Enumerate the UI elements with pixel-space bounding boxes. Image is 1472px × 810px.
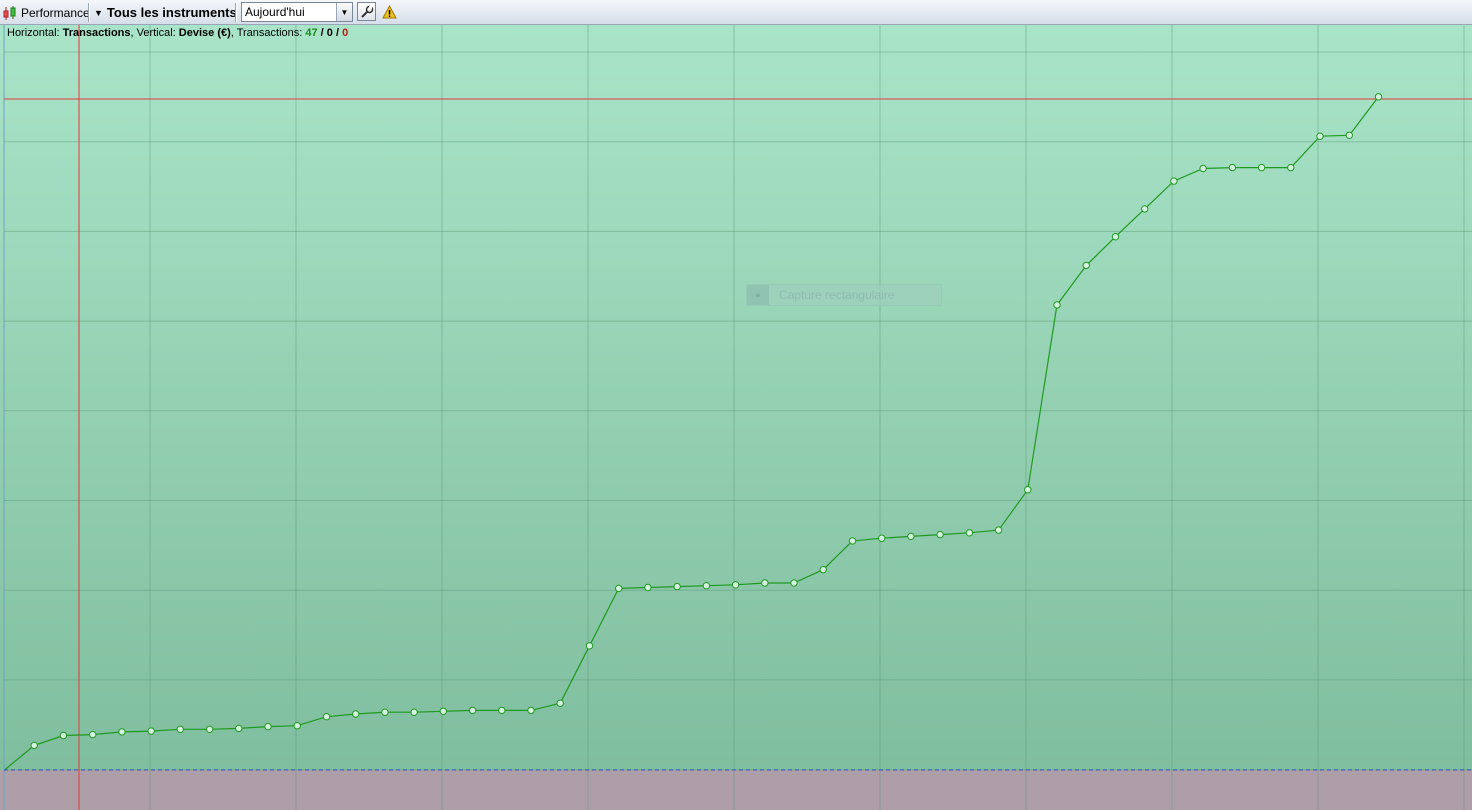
data-point (936, 530, 944, 539)
instruments-dropdown[interactable]: ▼ Tous les instruments (94, 0, 237, 25)
capture-icon: ● (747, 285, 769, 305)
chevron-down-icon[interactable]: ▼ (336, 3, 352, 21)
data-point (848, 537, 857, 545)
performance-label: Performance (21, 5, 90, 20)
data-point (1199, 164, 1207, 173)
data-point (907, 532, 915, 541)
data-point (1287, 163, 1295, 172)
data-point (89, 730, 97, 739)
transactions-label: , Transactions: (230, 27, 306, 39)
data-point (30, 741, 38, 750)
data-point (585, 642, 594, 650)
data-point (1141, 205, 1149, 213)
vertical-value: Devise (€) (178, 27, 231, 39)
data-point (59, 731, 68, 740)
capture-overlay[interactable]: ● Capture rectangulaire (746, 284, 942, 306)
data-point (1316, 132, 1324, 140)
data-point (264, 722, 272, 731)
data-point (878, 534, 886, 542)
toolbar: Performance ▼ Tous les instruments Aujou… (0, 0, 1472, 25)
data-point (731, 581, 740, 589)
data-point (410, 708, 418, 716)
below-zero-area (0, 770, 1472, 810)
data-point (1053, 301, 1061, 309)
horizontal-value: Transactions (62, 27, 131, 39)
vertical-label: , Vertical: (130, 27, 179, 39)
separator: / (332, 27, 343, 39)
toolbar-divider (88, 3, 89, 22)
chart-candles-icon (3, 5, 16, 20)
data-point (615, 584, 623, 593)
performance-button[interactable]: Performance (2, 0, 90, 25)
toolbar-divider (235, 3, 236, 22)
winning-count: 47 (305, 27, 318, 39)
data-point (644, 583, 652, 592)
data-point (556, 699, 564, 707)
instruments-label: Tous les instruments (106, 5, 237, 20)
data-point (498, 706, 506, 715)
data-point (819, 565, 827, 574)
data-point (439, 707, 447, 715)
data-point (1345, 131, 1354, 140)
data-point (790, 579, 798, 587)
period-select[interactable]: Aujourd'hui ▼ (241, 2, 353, 22)
performance-chart[interactable] (0, 25, 1472, 810)
separator: / (317, 27, 327, 39)
data-point (205, 725, 214, 733)
data-point (965, 529, 974, 537)
dropdown-arrow-icon: ▼ (94, 7, 103, 18)
data-point (1111, 233, 1120, 241)
data-point (235, 724, 243, 733)
losing-count: 0 (342, 27, 349, 39)
data-point (1374, 93, 1383, 101)
period-value: Aujourd'hui (245, 5, 305, 19)
data-point (147, 727, 155, 735)
data-point (994, 526, 1003, 534)
data-point (352, 710, 360, 718)
chart-info-line: Horizontal: Transactions, Vertical: Devi… (7, 27, 348, 39)
warning-icon[interactable] (382, 4, 397, 22)
data-point (1170, 177, 1178, 185)
data-point (673, 582, 681, 591)
data-point (702, 582, 711, 590)
data-point (381, 708, 389, 716)
data-point (118, 728, 126, 736)
data-point (1228, 163, 1237, 172)
horizontal-label: Horizontal: (7, 27, 63, 39)
data-point (761, 579, 769, 587)
data-point (1257, 163, 1266, 172)
capture-label: Capture rectangulaire (779, 288, 895, 302)
data-point (527, 706, 535, 715)
data-point (293, 722, 301, 730)
chart-background (0, 25, 1472, 770)
settings-button[interactable] (357, 2, 376, 21)
data-point (1082, 261, 1091, 270)
data-point (176, 725, 185, 733)
data-point (468, 706, 477, 715)
data-point (322, 713, 331, 721)
wrench-icon (360, 5, 373, 18)
data-point (1024, 486, 1032, 494)
